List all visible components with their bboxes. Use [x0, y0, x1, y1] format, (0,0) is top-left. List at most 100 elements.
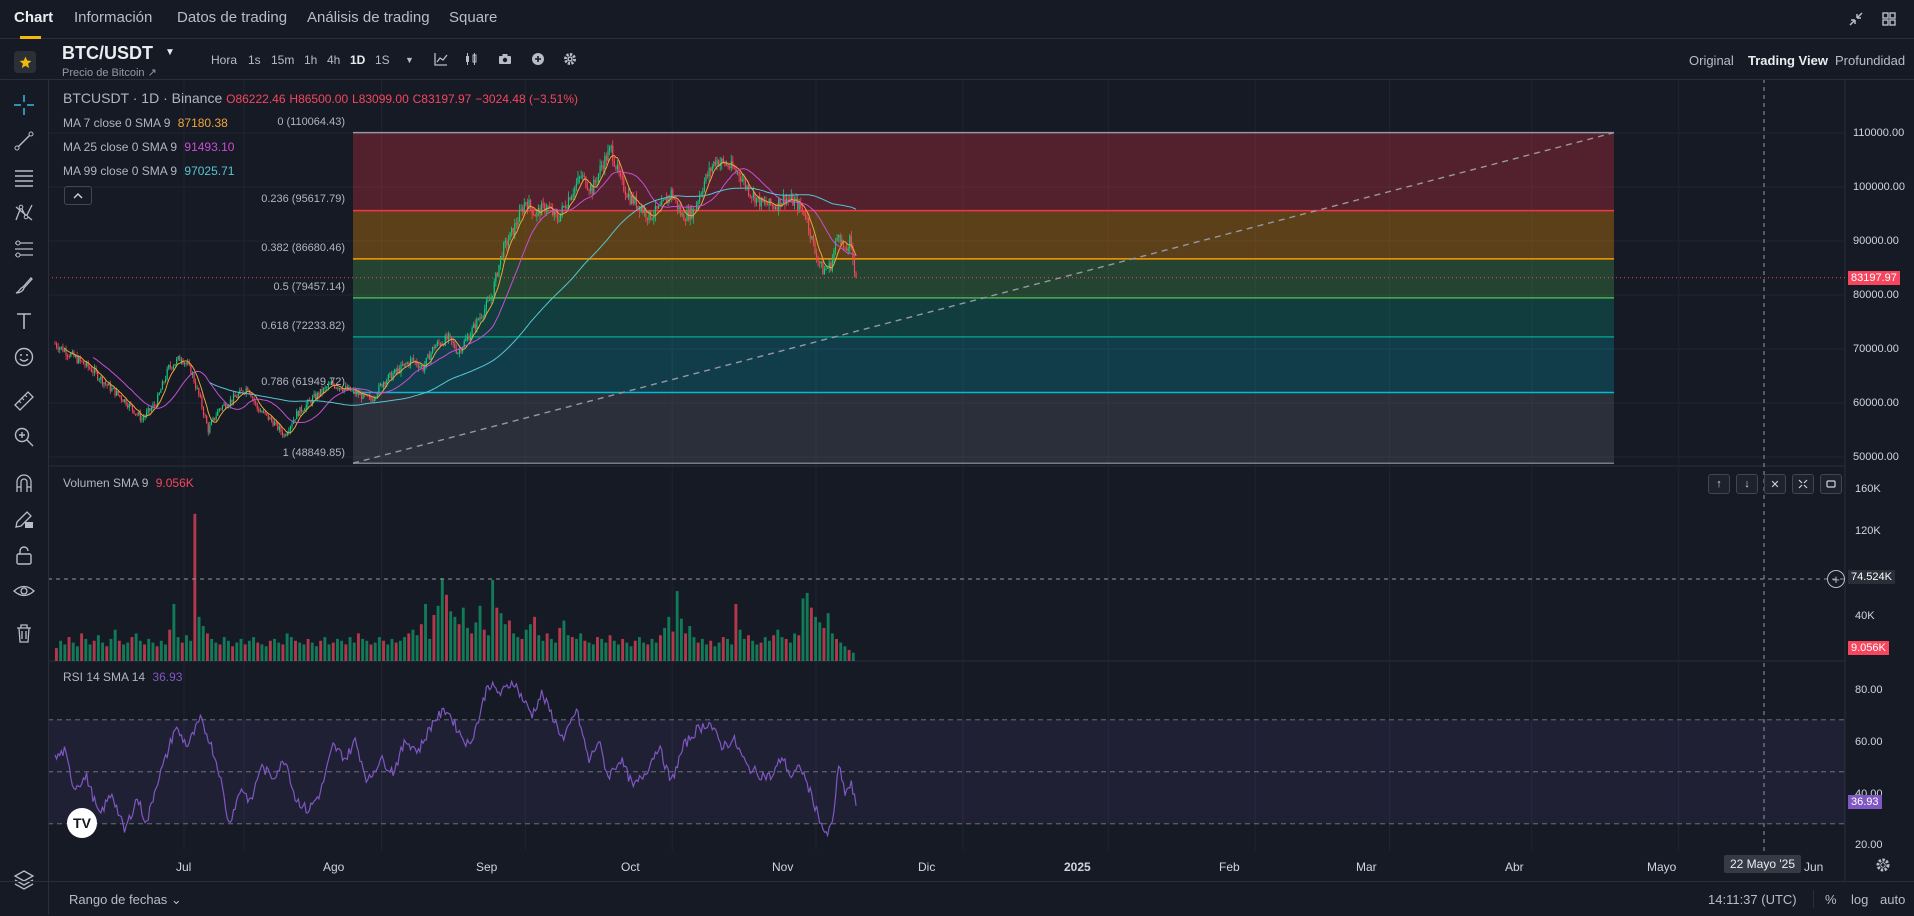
interval-1s[interactable]: 1s: [248, 53, 261, 67]
ruler-icon[interactable]: [10, 387, 38, 415]
time-tick: Sep: [476, 860, 498, 874]
ma99-legend[interactable]: MA 99 close 0 SMA 9 97025.71: [63, 164, 234, 178]
tab-informacion[interactable]: Información: [74, 9, 152, 26]
view-original[interactable]: Original: [1689, 53, 1734, 68]
pane-close-button[interactable]: ✕: [1764, 474, 1786, 494]
pane-move-up-button[interactable]: ↑: [1708, 474, 1730, 494]
volume-bar: [130, 637, 134, 661]
settings-gear-icon[interactable]: [563, 52, 577, 71]
indicator-line-icon[interactable]: [434, 52, 448, 71]
candle: [596, 181, 598, 183]
add-icon[interactable]: [531, 52, 545, 71]
chevron-down-icon[interactable]: ▼: [165, 47, 175, 58]
brush-icon[interactable]: [10, 271, 38, 299]
candle: [594, 180, 596, 182]
symbol-subtitle[interactable]: Precio de Bitcoin ↗: [62, 66, 157, 79]
candle: [114, 388, 116, 396]
interval-4h[interactable]: 4h: [327, 53, 340, 67]
pane-move-down-button[interactable]: ↓: [1736, 474, 1758, 494]
crosshair-icon[interactable]: [10, 91, 38, 119]
volume-bar: [692, 637, 696, 661]
rsi-value: 36.93: [152, 670, 183, 684]
fib-tool-icon[interactable]: [10, 235, 38, 263]
fib-level-0786: 0.786 (61949.72): [261, 376, 345, 388]
top-nav: Chart Información Datos de trading Análi…: [0, 0, 1914, 39]
layout-grid-icon[interactable]: [1882, 12, 1896, 31]
interval-1d[interactable]: 1D: [350, 53, 365, 67]
pattern-icon[interactable]: [10, 199, 38, 227]
lock-icon[interactable]: [10, 541, 38, 569]
candles-icon[interactable]: [464, 52, 478, 71]
time-tick: Oct: [621, 860, 640, 874]
candle: [76, 355, 78, 364]
candle: [585, 176, 587, 188]
trend-line-icon[interactable]: [10, 127, 38, 155]
add-alert-icon[interactable]: +: [1827, 570, 1845, 588]
volume-bar: [617, 644, 620, 661]
candle: [629, 193, 631, 204]
volume-legend[interactable]: Volumen SMA 9 9.056K: [63, 476, 194, 490]
text-tool-icon[interactable]: [10, 307, 38, 335]
collapse-icon[interactable]: [1849, 12, 1863, 31]
candle: [449, 333, 451, 337]
settings-gear-icon[interactable]: [1875, 857, 1891, 878]
volume-bar: [373, 642, 377, 661]
candle: [849, 235, 851, 249]
candle: [710, 168, 712, 172]
emoji-icon[interactable]: [10, 343, 38, 371]
volume-bar: [575, 638, 578, 661]
volume-bar: [545, 633, 549, 661]
volume-bar: [486, 635, 490, 661]
tab-square[interactable]: Square: [449, 9, 497, 26]
camera-icon[interactable]: [498, 52, 512, 71]
candle: [384, 382, 386, 385]
tab-datos-de-trading[interactable]: Datos de trading: [177, 9, 287, 26]
date-range-button[interactable]: Rango de fechas ⌄: [69, 892, 182, 908]
tab-analisis-de-trading[interactable]: Análisis de trading: [307, 9, 430, 26]
auto-scale-toggle[interactable]: auto: [1880, 892, 1905, 907]
candle: [305, 404, 307, 410]
candle: [278, 426, 280, 430]
eye-icon[interactable]: [10, 577, 38, 605]
tradingview-logo-icon[interactable]: TV: [67, 808, 97, 838]
ma7-legend[interactable]: MA 7 close 0 SMA 9 87180.38: [63, 116, 228, 130]
ma25-value: 91493.10: [184, 140, 235, 154]
candle: [542, 203, 544, 205]
percent-scale-toggle[interactable]: %: [1825, 892, 1837, 907]
rsi-legend[interactable]: RSI 14 SMA 14 36.93: [63, 670, 182, 684]
candle: [55, 343, 58, 348]
volume-bar: [591, 644, 595, 661]
view-profundidad[interactable]: Profundidad: [1835, 53, 1905, 68]
ohlc-change: −3024.48 (−3.51%): [475, 92, 578, 106]
volume-bar: [625, 642, 629, 661]
zoom-in-icon[interactable]: [10, 423, 38, 451]
candle: [626, 194, 628, 198]
volume-label: Volumen SMA 9: [63, 476, 149, 490]
magnet-icon[interactable]: [10, 469, 38, 497]
symbol-pair[interactable]: BTC/USDT: [62, 43, 153, 64]
collapse-legend-button[interactable]: [64, 186, 92, 205]
ma25-legend[interactable]: MA 25 close 0 SMA 9 91493.10: [63, 140, 234, 154]
candle: [703, 181, 705, 191]
interval-15m[interactable]: 15m: [271, 53, 294, 67]
candle: [183, 362, 186, 364]
volume-bar: [306, 638, 310, 661]
pane-maximize-button[interactable]: [1820, 474, 1842, 494]
view-trading-view[interactable]: Trading View: [1748, 53, 1828, 68]
more-intervals-icon[interactable]: ▼: [405, 55, 414, 65]
rsi-tick: 80.00: [1855, 684, 1883, 696]
tab-chart[interactable]: Chart: [14, 9, 53, 26]
horizontal-lines-icon[interactable]: [10, 163, 38, 191]
interval-hora[interactable]: Hora: [211, 53, 237, 67]
volume-bar: [667, 616, 671, 661]
pencil-lock-icon[interactable]: [10, 505, 38, 533]
interval-1w[interactable]: 1S: [375, 53, 390, 67]
interval-1h[interactable]: 1h: [304, 53, 317, 67]
log-scale-toggle[interactable]: log: [1851, 892, 1868, 907]
volume-bar: [323, 637, 327, 661]
volume-bar: [793, 633, 797, 661]
footer-bar: Rango de fechas ⌄ 14:11:37 (UTC) % log a…: [0, 881, 1914, 916]
trash-icon[interactable]: [10, 619, 38, 647]
favorite-star-icon[interactable]: [14, 51, 36, 73]
pane-collapse-button[interactable]: [1792, 474, 1814, 494]
